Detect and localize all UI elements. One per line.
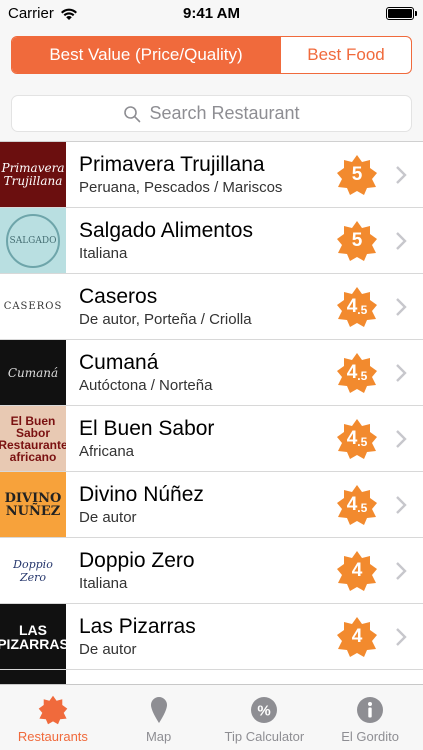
table-row[interactable]: Doppio Zero Doppio Zero Italiana 4 (0, 538, 423, 604)
restaurant-logo: Primavera Trujillana (0, 142, 66, 207)
rating-badge: 4.5 (336, 418, 378, 460)
rating-decimal: .5 (357, 435, 368, 449)
rating-value: 4 (346, 494, 358, 515)
rating-decimal: .5 (357, 303, 368, 317)
chevron-right-icon (396, 562, 407, 580)
restaurant-logo: El Buen Sabor Restaurante africano (0, 406, 66, 471)
rating-value: 4 (346, 362, 358, 383)
segment-best-value[interactable]: Best Value (Price/Quality) (12, 37, 280, 73)
chevron-right-icon (396, 298, 407, 316)
tab-tip-calculator[interactable]: % Tip Calculator (212, 685, 318, 750)
battery-icon (386, 7, 417, 20)
search-input[interactable]: Search Restaurant (11, 95, 412, 132)
logo-text: CASEROS (3, 301, 63, 312)
tab-map[interactable]: Map (106, 685, 212, 750)
chevron-right-icon (396, 628, 407, 646)
rating-decimal: .5 (357, 501, 368, 515)
restaurant-logo: CASEROS (0, 274, 66, 339)
table-row[interactable]: Primavera Trujillana Primavera Trujillan… (0, 142, 423, 208)
restaurant-logo: DIVINO NUÑEZ (0, 472, 66, 537)
percent-icon: % (251, 697, 278, 723)
restaurant-logo: SALGADO (0, 208, 66, 273)
table-row-partial[interactable] (0, 670, 423, 684)
rating-value: 4 (346, 428, 358, 449)
tab-bar: Restaurants Map % Tip Calculator El Gord… (0, 684, 423, 750)
rating-value: 4 (351, 560, 363, 581)
restaurant-logo: Doppio Zero (0, 538, 66, 603)
rating-badge: 4.5 (336, 352, 378, 394)
chevron-right-icon (396, 496, 407, 514)
map-pin-icon (150, 697, 167, 723)
table-row[interactable]: CASEROS Caseros De autor, Porteña / Criol… (0, 274, 423, 340)
rating-badge: 4 (336, 616, 378, 658)
chevron-right-icon (396, 166, 407, 184)
logo-text: DIVINO NUÑEZ (4, 490, 62, 519)
header: Best Value (Price/Quality) Best Food Sea… (0, 28, 423, 142)
restaurant-logo: LAS PIZARRAS (0, 604, 66, 669)
table-row[interactable]: Cumaná Cumaná Autóctona / Norteña 4.5 (0, 340, 423, 406)
rating-value: 4 (351, 626, 363, 647)
svg-text:%: % (258, 703, 271, 720)
tab-label: Tip Calculator (224, 729, 305, 744)
rating-badge: 5 (336, 220, 378, 262)
search-placeholder: Search Restaurant (149, 103, 300, 123)
logo-text: El Buen Sabor Restaurante africano (0, 413, 66, 464)
chevron-right-icon (396, 232, 407, 250)
rating-badge: 4 (336, 550, 378, 592)
tab-restaurants[interactable]: Restaurants (0, 685, 106, 750)
table-row[interactable]: SALGADO Salgado Alimentos Italiana 5 (0, 208, 423, 274)
tab-el-gordito[interactable]: El Gordito (317, 685, 423, 750)
clock: 9:41 AM (183, 5, 240, 22)
table-row[interactable]: DIVINO NUÑEZ Divino Núñez De autor 4.5 (0, 472, 423, 538)
rating-value: 4 (346, 296, 358, 317)
restaurant-logo: Cumaná (0, 340, 66, 405)
info-icon (357, 697, 384, 723)
tab-label: El Gordito (341, 729, 400, 744)
rating-decimal: .5 (357, 369, 368, 383)
rating-value: 5 (351, 230, 363, 251)
tab-label: Restaurants (17, 729, 88, 744)
logo-text: Cumaná (7, 365, 59, 380)
rating-badge: 4.5 (336, 484, 378, 526)
logo-text: LAS PIZARRAS (0, 621, 66, 652)
rating-value: 5 (351, 164, 363, 185)
rating-badge: 4.5 (336, 286, 378, 328)
restaurant-list: Primavera Trujillana Primavera Trujillan… (0, 142, 423, 684)
logo-text: Primavera Trujillana (1, 160, 65, 188)
search-icon (124, 105, 141, 122)
logo-text: Doppio Zero (13, 557, 53, 584)
chevron-right-icon (396, 430, 407, 448)
tab-label: Map (145, 729, 172, 744)
table-row[interactable]: LAS PIZARRAS Las Pizarras De autor 4 (0, 604, 423, 670)
logo-text: SALGADO (9, 235, 57, 246)
sort-segmented-control: Best Value (Price/Quality) Best Food (11, 36, 412, 74)
restaurant-logo (0, 670, 66, 684)
status-bar: Carrier 9:41 AM (0, 0, 423, 28)
segment-best-food[interactable]: Best Food (280, 37, 411, 73)
rating-badge: 5 (336, 154, 378, 196)
badge-icon (38, 695, 68, 725)
chevron-right-icon (396, 364, 407, 382)
table-row[interactable]: El Buen Sabor Restaurante africano El Bu… (0, 406, 423, 472)
